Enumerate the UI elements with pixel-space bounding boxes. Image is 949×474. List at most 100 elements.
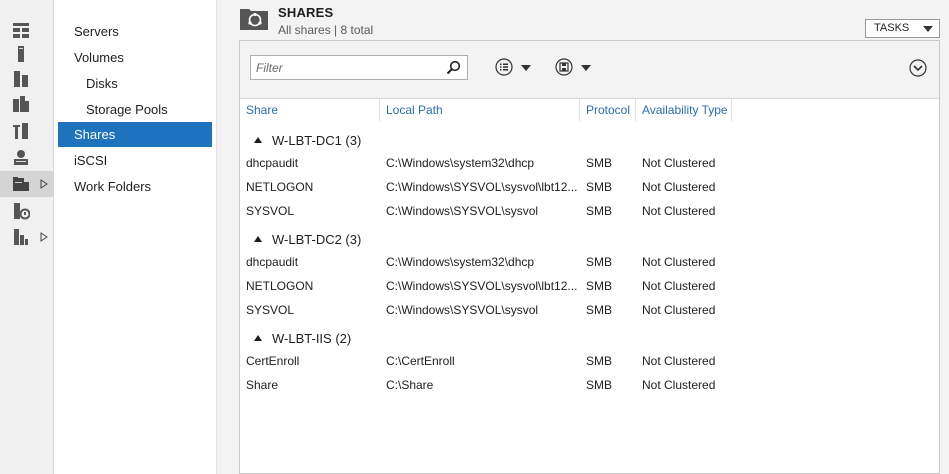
cell-share: dhcpaudit	[246, 255, 299, 269]
cell-protocol: SMB	[586, 279, 613, 293]
collapse-triangle-icon	[254, 137, 262, 143]
server-manager-rail	[0, 0, 54, 474]
table-row[interactable]: SYSVOL C:\Windows\SYSVOL\sysvol SMB Not …	[240, 200, 939, 222]
tasks-button[interactable]: TASKS	[865, 19, 940, 38]
group-header[interactable]: W-LBT-DC2 (3)	[254, 230, 361, 250]
collapse-triangle-icon	[254, 335, 262, 341]
cell-share: CertEnroll	[246, 354, 300, 368]
cell-availability: Not Clustered	[642, 180, 716, 194]
cell-protocol: SMB	[586, 204, 613, 218]
shares-tile: Share Local Path Protocol Availability T…	[239, 40, 940, 474]
filter-input[interactable]	[251, 56, 441, 79]
cell-local-path: C:\Share	[386, 378, 434, 392]
rail-item-all-servers[interactable]	[0, 66, 54, 92]
nav-item-shares[interactable]: Shares	[58, 122, 212, 147]
navigation-pane: Servers Volumes Disks Storage Pools Shar…	[54, 0, 216, 474]
save-query-button[interactable]	[555, 58, 595, 78]
dhcp-icon	[14, 150, 28, 165]
cell-local-path: C:\Windows\system32\dhcp	[386, 255, 535, 269]
cell-protocol: SMB	[586, 354, 613, 368]
list-view-icon	[495, 58, 513, 76]
cell-local-path: C:\Windows\system32\dhcp	[386, 156, 535, 170]
nav-item-volumes[interactable]: Volumes	[58, 45, 212, 70]
iis-icon	[14, 203, 30, 220]
rail-item-dashboard[interactable]	[0, 17, 54, 43]
nav-item-storage-pools[interactable]: Storage Pools	[58, 97, 212, 122]
rail-item-dns[interactable]	[0, 118, 54, 144]
cell-availability: Not Clustered	[642, 279, 716, 293]
save-query-icon	[555, 58, 573, 76]
shares-folder-icon	[240, 9, 268, 30]
cell-availability: Not Clustered	[642, 204, 716, 218]
chevron-down-icon	[581, 65, 591, 71]
wsus-icon	[14, 229, 28, 245]
tile-toolbar	[240, 41, 939, 99]
cell-protocol: SMB	[586, 303, 613, 317]
cell-protocol: SMB	[586, 180, 613, 194]
table-row[interactable]: dhcpaudit C:\Windows\system32\dhcp SMB N…	[240, 152, 939, 174]
table-row[interactable]: Share C:\Share SMB Not Clustered	[240, 374, 939, 396]
page-subtitle: All shares | 8 total	[278, 23, 374, 37]
rail-item-local-server[interactable]	[0, 41, 54, 67]
dns-icon	[13, 123, 28, 139]
chevron-down-icon	[521, 65, 531, 71]
cell-availability: Not Clustered	[642, 354, 716, 368]
chevron-right-icon[interactable]	[40, 179, 48, 189]
cell-protocol: SMB	[586, 156, 613, 170]
nav-item-disks[interactable]: Disks	[58, 71, 212, 96]
column-header-local-path[interactable]: Local Path	[380, 99, 580, 121]
table-row[interactable]: dhcpaudit C:\Windows\system32\dhcp SMB N…	[240, 251, 939, 273]
local-server-icon	[18, 46, 24, 62]
cell-share: dhcpaudit	[246, 156, 299, 170]
cell-local-path: C:\Windows\SYSVOL\sysvol\lbt12....	[386, 279, 578, 293]
page-title: SHARES	[278, 5, 334, 20]
cell-local-path: C:\Windows\SYSVOL\sysvol	[386, 303, 539, 317]
file-storage-services-icon	[13, 177, 29, 191]
cell-protocol: SMB	[586, 255, 613, 269]
dashboard-icon	[13, 23, 29, 38]
nav-item-work-folders[interactable]: Work Folders	[58, 174, 212, 199]
cell-share: SYSVOL	[246, 204, 295, 218]
cell-local-path: C:\Windows\SYSVOL\sysvol\lbt12....	[386, 180, 578, 194]
filter-box[interactable]	[250, 55, 468, 80]
group-header[interactable]: W-LBT-IIS (2)	[254, 329, 351, 349]
rail-item-wsus[interactable]	[0, 224, 54, 250]
cell-local-path: C:\CertEnroll	[386, 354, 455, 368]
group-label: W-LBT-IIS (2)	[272, 331, 352, 346]
chevron-right-icon[interactable]	[40, 232, 48, 242]
rail-item-dhcp[interactable]	[0, 144, 54, 170]
tasks-label: TASKS	[874, 22, 910, 34]
ad-ds-icon	[13, 96, 29, 112]
table-row[interactable]: NETLOGON C:\Windows\SYSVOL\sysvol\lbt12.…	[240, 275, 939, 297]
column-header-availability-type[interactable]: Availability Type	[636, 99, 732, 121]
chevron-down-icon	[923, 26, 933, 32]
cell-availability: Not Clustered	[642, 156, 716, 170]
cell-local-path: C:\Windows\SYSVOL\sysvol	[386, 204, 539, 218]
nav-item-servers[interactable]: Servers	[58, 19, 212, 44]
table-row[interactable]: SYSVOL C:\Windows\SYSVOL\sysvol SMB Not …	[240, 299, 939, 321]
column-header-share[interactable]: Share	[240, 99, 380, 121]
cell-share: Share	[246, 378, 279, 392]
cell-share: SYSVOL	[246, 303, 295, 317]
cell-availability: Not Clustered	[642, 303, 716, 317]
search-icon[interactable]	[446, 60, 461, 75]
cell-protocol: SMB	[586, 378, 613, 392]
cell-share: NETLOGON	[246, 279, 314, 293]
table-row[interactable]: CertEnroll C:\CertEnroll SMB Not Cluster…	[240, 350, 939, 372]
collapse-triangle-icon	[254, 236, 262, 242]
rail-item-ad-ds[interactable]	[0, 91, 54, 117]
expand-collapse-icon[interactable]	[909, 59, 927, 77]
list-view-button[interactable]	[495, 58, 535, 78]
nav-item-iscsi[interactable]: iSCSI	[58, 148, 212, 173]
cell-share: NETLOGON	[246, 180, 314, 194]
column-header-protocol[interactable]: Protocol	[580, 99, 636, 121]
cell-availability: Not Clustered	[642, 378, 716, 392]
shares-content: SHARES All shares | 8 total TASKS Filter…	[217, 0, 949, 474]
rail-item-file-storage-services[interactable]	[0, 171, 54, 197]
cell-availability: Not Clustered	[642, 255, 716, 269]
group-header[interactable]: W-LBT-DC1 (3)	[254, 131, 361, 151]
rail-item-iis[interactable]	[0, 198, 54, 224]
table-row[interactable]: NETLOGON C:\Windows\SYSVOL\sysvol\lbt12.…	[240, 176, 939, 198]
group-label: W-LBT-DC2 (3)	[272, 232, 362, 247]
group-label: W-LBT-DC1 (3)	[272, 133, 362, 148]
